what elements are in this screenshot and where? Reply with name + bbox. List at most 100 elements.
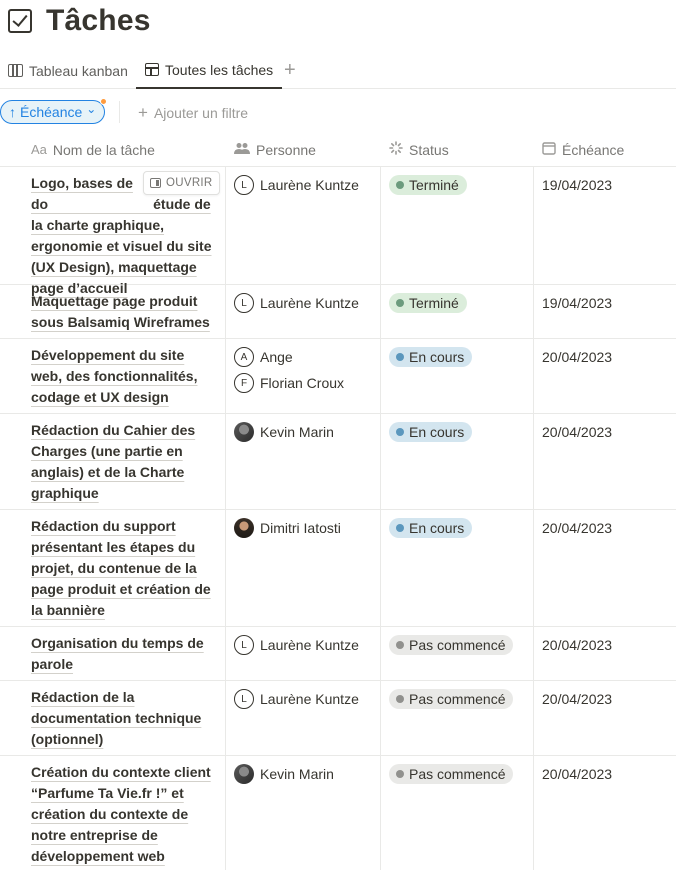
column-header-person[interactable]: Personne bbox=[234, 132, 316, 167]
page-title[interactable]: Tâches bbox=[46, 4, 151, 38]
task-name[interactable]: Rédaction de la documentation technique … bbox=[31, 689, 201, 747]
status-badge[interactable]: Pas commencé bbox=[389, 689, 514, 709]
person-cell[interactable]: L Laurène Kuntze bbox=[234, 293, 359, 319]
column-divider bbox=[533, 414, 534, 509]
person-cell[interactable]: Kevin Marin bbox=[234, 422, 334, 448]
due-date[interactable]: 20/04/2023 bbox=[542, 518, 612, 538]
task-name-cell[interactable]: Rédaction du support présentant les étap… bbox=[31, 516, 219, 621]
status-badge[interactable]: Terminé bbox=[389, 175, 467, 195]
task-name[interactable]: Maquettage page produit sous Balsamiq Wi… bbox=[31, 293, 210, 330]
task-table: Logo, bases de do étude de la charte gra… bbox=[0, 167, 676, 870]
status-cell[interactable]: En cours bbox=[389, 422, 473, 442]
status-cell[interactable]: En cours bbox=[389, 347, 473, 367]
task-name-cell[interactable]: Développement du site web, des fonctionn… bbox=[31, 345, 219, 408]
column-header-task[interactable]: Aa Nom de la tâche bbox=[31, 132, 155, 167]
due-date[interactable]: 20/04/2023 bbox=[542, 689, 612, 709]
tab-all-tasks[interactable]: Toutes les tâches bbox=[136, 52, 283, 89]
person-tag[interactable]: L Laurène Kuntze bbox=[234, 635, 359, 655]
status-cell[interactable]: En cours bbox=[389, 518, 473, 538]
add-filter-button[interactable]: + Ajouter un filtre bbox=[138, 98, 248, 128]
task-name-cell[interactable]: Rédaction de la documentation technique … bbox=[31, 687, 219, 750]
person-tag[interactable]: A Ange bbox=[234, 347, 344, 367]
status-badge[interactable]: En cours bbox=[389, 422, 473, 442]
status-icon bbox=[389, 141, 403, 158]
person-cell[interactable]: A Ange F Florian Croux bbox=[234, 347, 344, 399]
table-row[interactable]: Logo, bases de do étude de la charte gra… bbox=[0, 167, 676, 296]
table-row[interactable]: Organisation du temps de parole L Laurène … bbox=[0, 627, 676, 681]
person-cell[interactable]: Dimitri Iatosti bbox=[234, 518, 341, 544]
column-divider bbox=[225, 414, 226, 509]
column-divider bbox=[533, 756, 534, 870]
status-badge[interactable]: En cours bbox=[389, 518, 473, 538]
status-cell[interactable]: Terminé bbox=[389, 175, 467, 195]
status-badge[interactable]: Pas commencé bbox=[389, 764, 514, 784]
column-divider bbox=[533, 681, 534, 755]
due-date[interactable]: 19/04/2023 bbox=[542, 293, 612, 313]
open-page-button[interactable]: OUVRIR bbox=[143, 171, 220, 195]
person-tag[interactable]: Kevin Marin bbox=[234, 422, 334, 442]
status-dot bbox=[396, 641, 404, 649]
avatar: L bbox=[234, 689, 254, 709]
task-name[interactable]: Développement du site web, des fonctionn… bbox=[31, 347, 197, 405]
task-name-cell[interactable]: Création du contexte client “Parfume Ta … bbox=[31, 762, 219, 867]
status-dot bbox=[396, 695, 404, 703]
person-tag[interactable]: Kevin Marin bbox=[234, 764, 334, 784]
task-name-cell[interactable]: Organisation du temps de parole bbox=[31, 633, 219, 675]
status-badge[interactable]: En cours bbox=[389, 347, 473, 367]
table-row[interactable]: Rédaction du Cahier des Charges (une par… bbox=[0, 414, 676, 510]
status-dot bbox=[396, 299, 404, 307]
task-name-cell[interactable]: Rédaction du Cahier des Charges (une par… bbox=[31, 420, 219, 504]
due-date[interactable]: 20/04/2023 bbox=[542, 347, 612, 367]
table-row[interactable]: Création du contexte client “Parfume Ta … bbox=[0, 756, 676, 870]
due-date[interactable]: 20/04/2023 bbox=[542, 764, 612, 784]
table-row[interactable]: Rédaction de la documentation technique … bbox=[0, 681, 676, 756]
task-name[interactable]: Rédaction du Cahier des Charges (une par… bbox=[31, 422, 195, 501]
column-header-due[interactable]: Échéance bbox=[542, 132, 624, 167]
column-header-status[interactable]: Status bbox=[389, 132, 449, 167]
person-tag[interactable]: F Florian Croux bbox=[234, 373, 344, 393]
arrow-up-icon: ↑ bbox=[9, 104, 16, 120]
task-name[interactable]: Organisation du temps de parole bbox=[31, 635, 204, 672]
table-row[interactable]: Développement du site web, des fonctionn… bbox=[0, 339, 676, 414]
person-tag[interactable]: L Laurène Kuntze bbox=[234, 293, 359, 313]
avatar bbox=[234, 422, 254, 442]
filter-bar: ↑ Échéance ⌄ + Ajouter un filtre bbox=[0, 98, 676, 128]
status-badge[interactable]: Terminé bbox=[389, 293, 467, 313]
column-divider bbox=[533, 285, 534, 338]
tab-kanban[interactable]: Tableau kanban bbox=[8, 52, 128, 89]
text-type-icon: Aa bbox=[31, 142, 47, 157]
task-name-cell[interactable]: Maquettage page produit sous Balsamiq Wi… bbox=[31, 291, 219, 333]
status-cell[interactable]: Pas commencé bbox=[389, 689, 514, 709]
table-row[interactable]: Rédaction du support présentant les étap… bbox=[0, 510, 676, 627]
add-view-button[interactable]: + bbox=[284, 52, 296, 89]
status-cell[interactable]: Terminé bbox=[389, 293, 467, 313]
status-dot bbox=[396, 524, 404, 532]
column-header-label: Échéance bbox=[562, 141, 625, 158]
status-cell[interactable]: Pas commencé bbox=[389, 635, 514, 655]
task-name[interactable]: Rédaction du support présentant les étap… bbox=[31, 518, 211, 618]
open-button-label: OUVRIR bbox=[166, 177, 213, 189]
person-name: Ange bbox=[260, 349, 293, 365]
status-label: En cours bbox=[409, 349, 465, 365]
sort-echeance-button[interactable]: ↑ Échéance ⌄ bbox=[0, 98, 108, 124]
table-row[interactable]: Maquettage page produit sous Balsamiq Wi… bbox=[0, 285, 676, 339]
status-label: Terminé bbox=[409, 295, 459, 311]
person-tag[interactable]: L Laurène Kuntze bbox=[234, 175, 359, 195]
task-name[interactable]: Création du contexte client “Parfume Ta … bbox=[31, 764, 211, 864]
due-date[interactable]: 19/04/2023 bbox=[542, 175, 612, 195]
column-divider bbox=[380, 339, 381, 413]
due-date[interactable]: 20/04/2023 bbox=[542, 635, 612, 655]
person-cell[interactable]: L Laurène Kuntze bbox=[234, 635, 359, 661]
status-label: Pas commencé bbox=[409, 766, 506, 782]
checkbox-icon bbox=[8, 9, 32, 33]
person-tag[interactable]: L Laurène Kuntze bbox=[234, 689, 359, 709]
column-divider bbox=[533, 510, 534, 626]
status-badge[interactable]: Pas commencé bbox=[389, 635, 514, 655]
status-cell[interactable]: Pas commencé bbox=[389, 764, 514, 784]
person-cell[interactable]: L Laurène Kuntze bbox=[234, 689, 359, 715]
person-cell[interactable]: L Laurène Kuntze bbox=[234, 175, 359, 201]
due-date[interactable]: 20/04/2023 bbox=[542, 422, 612, 442]
view-tabs: Tableau kanban Toutes les tâches + bbox=[0, 52, 676, 89]
person-tag[interactable]: Dimitri Iatosti bbox=[234, 518, 341, 538]
person-cell[interactable]: Kevin Marin bbox=[234, 764, 334, 790]
